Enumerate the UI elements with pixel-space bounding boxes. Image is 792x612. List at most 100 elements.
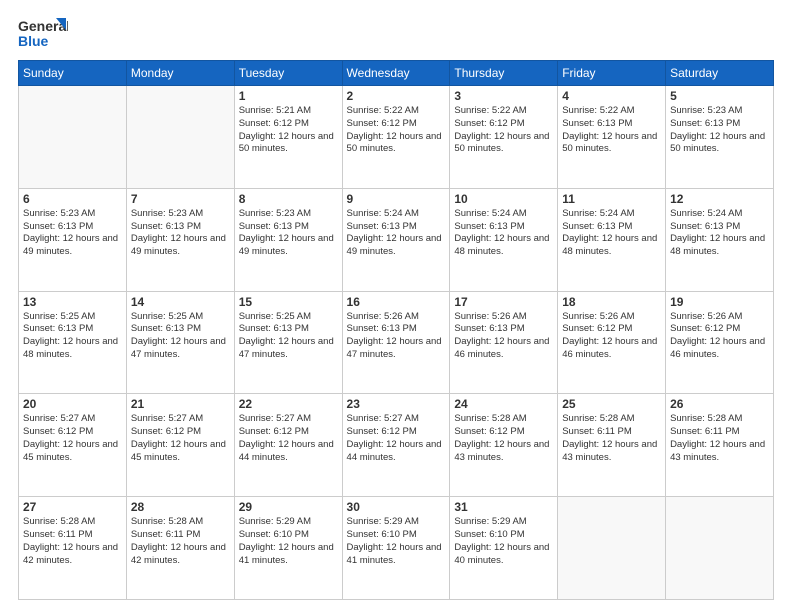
weekday-friday: Friday <box>558 61 666 86</box>
day-number: 22 <box>239 397 338 411</box>
calendar-cell: 26Sunrise: 5:28 AM Sunset: 6:11 PM Dayli… <box>666 394 774 497</box>
calendar-cell: 9Sunrise: 5:24 AM Sunset: 6:13 PM Daylig… <box>342 188 450 291</box>
day-info: Sunrise: 5:21 AM Sunset: 6:12 PM Dayligh… <box>239 105 338 156</box>
day-number: 23 <box>347 397 446 411</box>
calendar-cell: 10Sunrise: 5:24 AM Sunset: 6:13 PM Dayli… <box>450 188 558 291</box>
day-info: Sunrise: 5:26 AM Sunset: 6:12 PM Dayligh… <box>562 311 661 362</box>
calendar-cell <box>666 497 774 600</box>
weekday-thursday: Thursday <box>450 61 558 86</box>
day-info: Sunrise: 5:29 AM Sunset: 6:10 PM Dayligh… <box>239 516 338 567</box>
day-info: Sunrise: 5:29 AM Sunset: 6:10 PM Dayligh… <box>347 516 446 567</box>
calendar-cell: 24Sunrise: 5:28 AM Sunset: 6:12 PM Dayli… <box>450 394 558 497</box>
calendar-cell: 25 Sunrise: 5:28 AM Sunset: 6:11 PM Dayli… <box>558 394 666 497</box>
day-info: Sunrise: 5:22 AM Sunset: 6:13 PM Dayligh… <box>562 105 661 156</box>
logo-icon: GeneralBlue <box>18 16 68 52</box>
weekday-sunday: Sunday <box>19 61 127 86</box>
day-info: Sunrise: 5:22 AM Sunset: 6:12 PM Dayligh… <box>347 105 446 156</box>
calendar-cell: 7 Sunrise: 5:23 AM Sunset: 6:13 PM Daylig… <box>126 188 234 291</box>
calendar-cell: 30Sunrise: 5:29 AM Sunset: 6:10 PM Dayli… <box>342 497 450 600</box>
day-number: 25 <box>562 397 661 411</box>
day-info: Sunrise: 5:24 AM Sunset: 6:13 PM Dayligh… <box>562 208 661 259</box>
calendar-cell: 14 Sunrise: 5:25 AM Sunset: 6:13 PM Dayli… <box>126 291 234 394</box>
day-info: Sunrise: 5:26 AM Sunset: 6:12 PM Dayligh… <box>670 311 769 362</box>
day-number: 9 <box>347 192 446 206</box>
day-number: 8 <box>239 192 338 206</box>
day-info: Sunrise: 5:24 AM Sunset: 6:13 PM Dayligh… <box>670 208 769 259</box>
calendar-cell: 5 Sunrise: 5:23 AM Sunset: 6:13 PM Daylig… <box>666 86 774 189</box>
calendar-cell: 3 Sunrise: 5:22 AM Sunset: 6:12 PM Daylig… <box>450 86 558 189</box>
day-number: 24 <box>454 397 553 411</box>
calendar-table: SundayMondayTuesdayWednesdayThursdayFrid… <box>18 60 774 600</box>
week-row-3: 20 Sunrise: 5:27 AM Sunset: 6:12 PM Dayli… <box>19 394 774 497</box>
day-number: 16 <box>347 295 446 309</box>
calendar-cell: 12 Sunrise: 5:24 AM Sunset: 6:13 PM Dayli… <box>666 188 774 291</box>
day-number: 4 <box>562 89 661 103</box>
day-info: Sunrise: 5:23 AM Sunset: 6:13 PM Dayligh… <box>670 105 769 156</box>
day-number: 18 <box>562 295 661 309</box>
weekday-monday: Monday <box>126 61 234 86</box>
day-info: Sunrise: 5:27 AM Sunset: 6:12 PM Dayligh… <box>131 413 230 464</box>
day-info: Sunrise: 5:25 AM Sunset: 6:13 PM Dayligh… <box>23 311 122 362</box>
calendar-cell: 17 Sunrise: 5:26 AM Sunset: 6:13 PM Dayli… <box>450 291 558 394</box>
week-row-4: 27 Sunrise: 5:28 AM Sunset: 6:11 PM Dayli… <box>19 497 774 600</box>
calendar-cell: 8 Sunrise: 5:23 AM Sunset: 6:13 PM Daylig… <box>234 188 342 291</box>
calendar-cell <box>19 86 127 189</box>
calendar-cell: 15 Sunrise: 5:25 AM Sunset: 6:13 PM Dayli… <box>234 291 342 394</box>
svg-text:Blue: Blue <box>18 33 49 49</box>
day-info: Sunrise: 5:23 AM Sunset: 6:13 PM Dayligh… <box>23 208 122 259</box>
day-number: 13 <box>23 295 122 309</box>
calendar-cell: 29 Sunrise: 5:29 AM Sunset: 6:10 PM Dayli… <box>234 497 342 600</box>
day-number: 5 <box>670 89 769 103</box>
day-info: Sunrise: 5:28 AM Sunset: 6:11 PM Dayligh… <box>23 516 122 567</box>
day-number: 21 <box>131 397 230 411</box>
day-number: 11 <box>562 192 661 206</box>
day-number: 14 <box>131 295 230 309</box>
day-info: Sunrise: 5:22 AM Sunset: 6:12 PM Dayligh… <box>454 105 553 156</box>
day-info: Sunrise: 5:28 AM Sunset: 6:11 PM Dayligh… <box>562 413 661 464</box>
day-info: Sunrise: 5:25 AM Sunset: 6:13 PM Dayligh… <box>239 311 338 362</box>
calendar-cell: 21 Sunrise: 5:27 AM Sunset: 6:12 PM Dayli… <box>126 394 234 497</box>
calendar-cell <box>126 86 234 189</box>
calendar-cell: 18 Sunrise: 5:26 AM Sunset: 6:12 PM Dayli… <box>558 291 666 394</box>
calendar-cell: 19Sunrise: 5:26 AM Sunset: 6:12 PM Dayli… <box>666 291 774 394</box>
day-info: Sunrise: 5:26 AM Sunset: 6:13 PM Dayligh… <box>347 311 446 362</box>
calendar-cell: 31Sunrise: 5:29 AM Sunset: 6:10 PM Dayli… <box>450 497 558 600</box>
day-info: Sunrise: 5:26 AM Sunset: 6:13 PM Dayligh… <box>454 311 553 362</box>
day-info: Sunrise: 5:23 AM Sunset: 6:13 PM Dayligh… <box>239 208 338 259</box>
day-number: 15 <box>239 295 338 309</box>
day-info: Sunrise: 5:23 AM Sunset: 6:13 PM Dayligh… <box>131 208 230 259</box>
day-number: 7 <box>131 192 230 206</box>
calendar-cell: 1 Sunrise: 5:21 AM Sunset: 6:12 PM Daylig… <box>234 86 342 189</box>
week-row-2: 13 Sunrise: 5:25 AM Sunset: 6:13 PM Dayli… <box>19 291 774 394</box>
day-info: Sunrise: 5:28 AM Sunset: 6:11 PM Dayligh… <box>131 516 230 567</box>
day-number: 17 <box>454 295 553 309</box>
calendar-cell: 11 Sunrise: 5:24 AM Sunset: 6:13 PM Dayli… <box>558 188 666 291</box>
calendar-cell: 23 Sunrise: 5:27 AM Sunset: 6:12 PM Dayli… <box>342 394 450 497</box>
logo: GeneralBlue <box>18 16 68 52</box>
day-info: Sunrise: 5:27 AM Sunset: 6:12 PM Dayligh… <box>239 413 338 464</box>
calendar-cell: 4 Sunrise: 5:22 AM Sunset: 6:13 PM Daylig… <box>558 86 666 189</box>
calendar-cell: 20Sunrise: 5:27 AM Sunset: 6:12 PM Dayli… <box>19 394 127 497</box>
day-number: 20 <box>23 397 122 411</box>
day-number: 31 <box>454 500 553 514</box>
calendar-cell <box>558 497 666 600</box>
calendar-cell: 16 Sunrise: 5:26 AM Sunset: 6:13 PM Dayli… <box>342 291 450 394</box>
day-number: 2 <box>347 89 446 103</box>
day-info: Sunrise: 5:28 AM Sunset: 6:11 PM Dayligh… <box>670 413 769 464</box>
week-row-1: 6 Sunrise: 5:23 AM Sunset: 6:13 PM Daylig… <box>19 188 774 291</box>
day-number: 10 <box>454 192 553 206</box>
weekday-saturday: Saturday <box>666 61 774 86</box>
day-number: 27 <box>23 500 122 514</box>
weekday-header-row: SundayMondayTuesdayWednesdayThursdayFrid… <box>19 61 774 86</box>
calendar-cell: 28Sunrise: 5:28 AM Sunset: 6:11 PM Dayli… <box>126 497 234 600</box>
day-info: Sunrise: 5:27 AM Sunset: 6:12 PM Dayligh… <box>347 413 446 464</box>
day-number: 3 <box>454 89 553 103</box>
day-number: 1 <box>239 89 338 103</box>
day-number: 6 <box>23 192 122 206</box>
calendar-cell: 22 Sunrise: 5:27 AM Sunset: 6:12 PM Dayli… <box>234 394 342 497</box>
day-info: Sunrise: 5:25 AM Sunset: 6:13 PM Dayligh… <box>131 311 230 362</box>
day-number: 12 <box>670 192 769 206</box>
day-number: 29 <box>239 500 338 514</box>
calendar-cell: 27 Sunrise: 5:28 AM Sunset: 6:11 PM Dayli… <box>19 497 127 600</box>
weekday-tuesday: Tuesday <box>234 61 342 86</box>
